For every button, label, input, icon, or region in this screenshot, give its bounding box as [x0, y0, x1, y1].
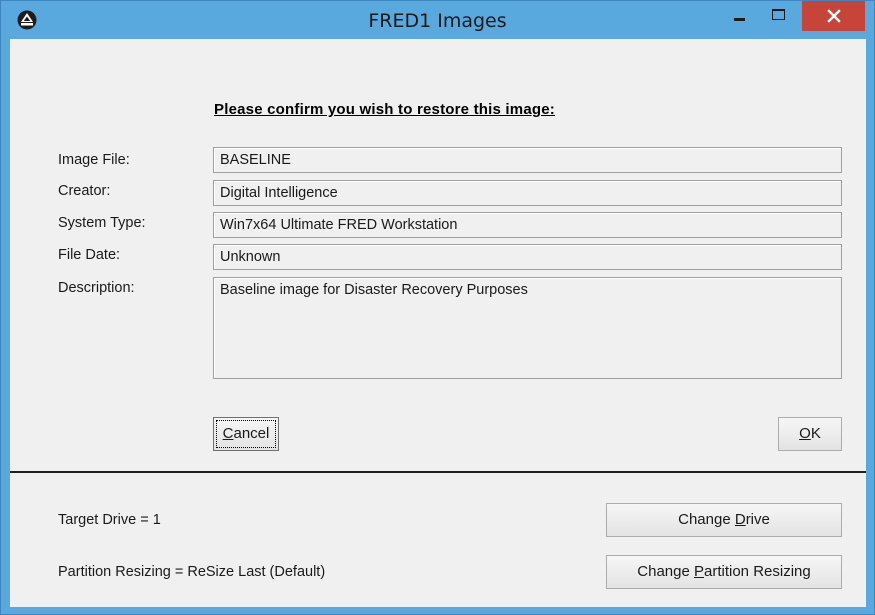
focus-rectangle: [216, 420, 276, 448]
description-label: Description:: [58, 280, 135, 296]
change-resizing-label-after: artition Resizing: [704, 563, 811, 580]
title-bar[interactable]: FRED1 Images: [1, 1, 874, 39]
creator-label: Creator:: [58, 183, 111, 199]
confirm-heading: Please confirm you wish to restore this …: [214, 101, 555, 118]
creator-field: Digital Intelligence: [213, 180, 842, 206]
ok-label-rest: K: [810, 425, 821, 442]
change-drive-mnemonic: D: [734, 511, 746, 528]
fred-logo-icon: [17, 10, 37, 30]
file-date-field: Unknown: [213, 244, 842, 270]
change-partition-resizing-button[interactable]: Change Partition Resizing: [606, 555, 842, 589]
system-type-label: System Type:: [58, 215, 146, 231]
fred1-images-window: FRED1 Images Please confirm you wish to …: [0, 0, 875, 615]
minimize-icon: [734, 18, 745, 21]
maximize-button[interactable]: [761, 1, 797, 31]
ok-mnemonic: O: [799, 425, 811, 442]
ok-button[interactable]: OK: [778, 417, 842, 451]
system-type-field: Win7x64 Ultimate FRED Workstation: [213, 212, 842, 238]
close-icon: [827, 9, 841, 23]
change-drive-label-before: Change: [678, 511, 735, 528]
change-resizing-mnemonic: P: [693, 563, 704, 580]
change-drive-button[interactable]: Change Drive: [606, 503, 842, 537]
maximize-icon: [772, 9, 785, 20]
cancel-button[interactable]: Cancel: [213, 417, 279, 451]
minimize-button[interactable]: [723, 1, 757, 31]
partition-resizing-text: Partition Resizing = ReSize Last (Defaul…: [58, 564, 326, 580]
close-button[interactable]: [802, 1, 865, 31]
section-divider: [10, 471, 866, 473]
file-date-label: File Date:: [58, 247, 121, 263]
change-drive-label-after: rive: [745, 511, 770, 528]
image-file-label: Image File:: [58, 152, 130, 168]
change-resizing-label-before: Change: [637, 563, 694, 580]
dialog-client-area: Please confirm you wish to restore this …: [10, 39, 866, 607]
description-field: Baseline image for Disaster Recovery Pur…: [213, 277, 842, 379]
target-drive-text: Target Drive = 1: [58, 512, 161, 528]
image-file-field: BASELINE: [213, 147, 842, 173]
